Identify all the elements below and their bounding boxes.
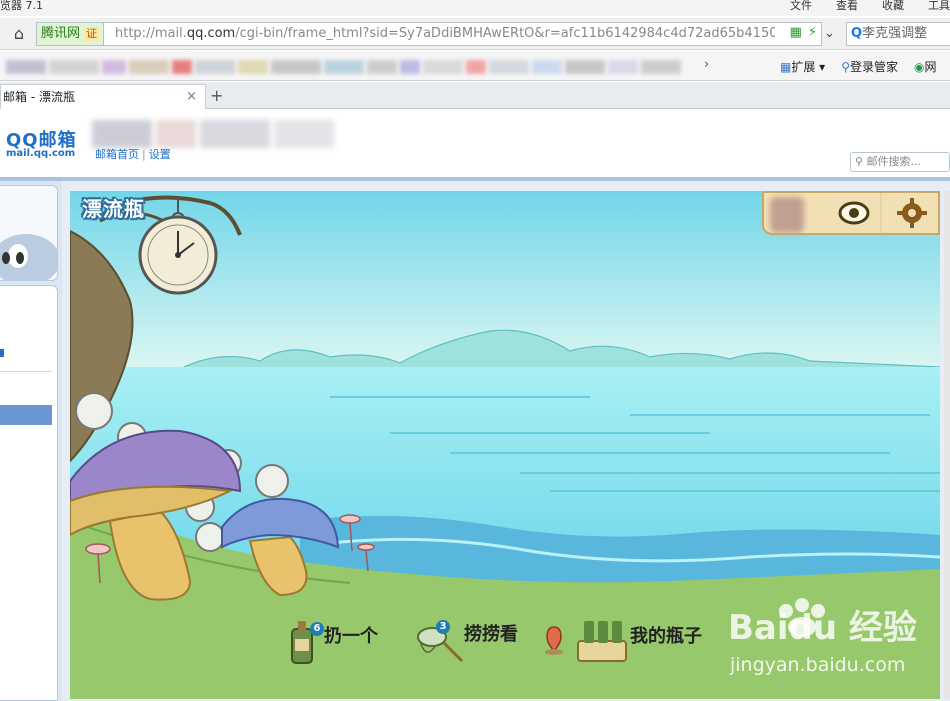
watermark-logo: Baidu 经验 [728,608,917,648]
sidebar-folder-list [0,285,58,701]
puzzle-icon: ▦ [780,60,792,74]
menu-tools[interactable]: 工具 [928,0,950,11]
header-links: 邮箱首页 | 设置 [95,148,171,161]
tab-bar: 邮箱 - 漂流瓶 × + [0,82,950,109]
throw-bottle-label: 扔一个 [324,626,378,647]
browser-menu: 文件 查看 收藏 工具 [790,0,950,11]
new-tab-button[interactable]: + [210,86,223,105]
favorites-bar: › ▦扩展 ▾ ⚲登录管家 ◉网 [0,51,950,81]
tab-mail-drift-bottle[interactable]: 邮箱 - 漂流瓶 × [0,84,206,109]
home-icon[interactable]: ⌂ [8,23,30,45]
mailbox-home-link[interactable]: 邮箱首页 [95,148,139,161]
my-bottles-label: 我的瓶子 [630,626,702,647]
window-title: 览器 7.1 [0,0,43,12]
toolbar-extensions: ▦扩展 ▾ ⚲登录管家 ◉网 [780,58,937,75]
mail-search-placeholder: 邮件搜索... [866,155,922,168]
mail-header: QQ邮箱 mail.qq.com 邮箱首页 | 设置 ⚲ 邮件搜索... [0,110,950,178]
url-domain: qq.com [186,26,236,41]
folder-marker [0,349,4,357]
menu-file[interactable]: 文件 [790,0,812,11]
avatar[interactable] [770,197,804,233]
throw-count-badge: 6 [310,622,324,636]
site-badge-label: 腾讯网 [41,26,81,41]
close-icon[interactable]: × [186,85,197,109]
extensions-button[interactable]: ▦扩展 ▾ [780,58,825,75]
address-bar[interactable]: 腾讯网 证 http://mail.qq.com/cgi-bin/frame_h… [36,22,822,46]
my-bottles-button[interactable]: 我的瓶子 [576,622,702,648]
map-pin-icon [545,626,563,655]
search-engine-icon: Q [851,26,863,41]
toolbar-divider [880,193,882,233]
sidebar-divider [0,371,52,372]
qr-code-icon[interactable]: ▦ [790,25,802,40]
screen: 览器 7.1 文件 查看 收藏 工具 ⌂ 腾讯网 证 http://mail.q… [0,0,950,701]
url-prefix: http://mail. [115,26,187,41]
search-input[interactable]: Q李克强调整 [846,22,950,46]
url-icons: ▦ ⚡ [790,25,817,40]
address-toolbar: ⌂ 腾讯网 证 http://mail.qq.com/cgi-bin/frame… [0,18,950,50]
mail-sidebar [0,181,62,701]
site-identity-badge[interactable]: 腾讯网 证 [37,23,105,45]
speed-mode-icon[interactable]: ⚡ [808,25,817,40]
menu-view[interactable]: 查看 [836,0,858,11]
search-icon: ⚲ [855,155,864,168]
penguin-icon [0,234,57,280]
eye-icon[interactable] [836,195,872,231]
sidebar-profile-card[interactable] [0,185,58,281]
url-text[interactable]: http://mail.qq.com/cgi-bin/frame_html?si… [115,23,775,45]
shield-icon: ◉ [914,60,925,74]
search-text: 李克强调整 [862,26,928,41]
throw-bottle-button[interactable]: 6 扔一个 [290,622,378,648]
login-manager-button[interactable]: ⚲登录管家 [841,58,898,75]
game-title: 漂流瓶 [82,197,145,221]
chevron-right-icon[interactable]: › [704,57,709,72]
url-path: /cgi-bin/frame_html?sid=Sy7aDdiBMHAwERtO… [235,26,775,41]
mail-search-input[interactable]: ⚲ 邮件搜索... [850,152,950,172]
key-icon: ⚲ [841,60,850,74]
login-manager-label: 登录管家 [850,60,899,74]
settings-link[interactable]: 设置 [149,148,171,161]
game-toolbar [762,191,940,235]
blurred-favorites [6,60,706,74]
fish-count-badge: 3 [436,620,450,634]
menu-favorites[interactable]: 收藏 [882,0,904,11]
qqmail-domain: mail.qq.com [6,148,76,159]
fish-bottle-label: 捞捞看 [464,624,518,645]
net-label: 网 [924,60,937,74]
certificate-icon: 证 [84,27,100,41]
extensions-label: 扩展 [791,60,816,74]
watermark-url: jingyan.baidu.com [730,654,906,676]
sidebar-item-selected[interactable] [0,405,52,425]
gear-icon[interactable] [894,195,930,231]
tab-label: 邮箱 - 漂流瓶 [3,90,75,104]
fish-bottle-button[interactable]: 3 捞捞看 [418,620,518,646]
browser-titlebar: 览器 7.1 文件 查看 收藏 工具 [0,0,950,16]
page-scrollbar[interactable] [944,191,950,699]
chevron-down-icon[interactable]: ⌄ [824,26,835,41]
net-button[interactable]: ◉网 [914,58,937,75]
